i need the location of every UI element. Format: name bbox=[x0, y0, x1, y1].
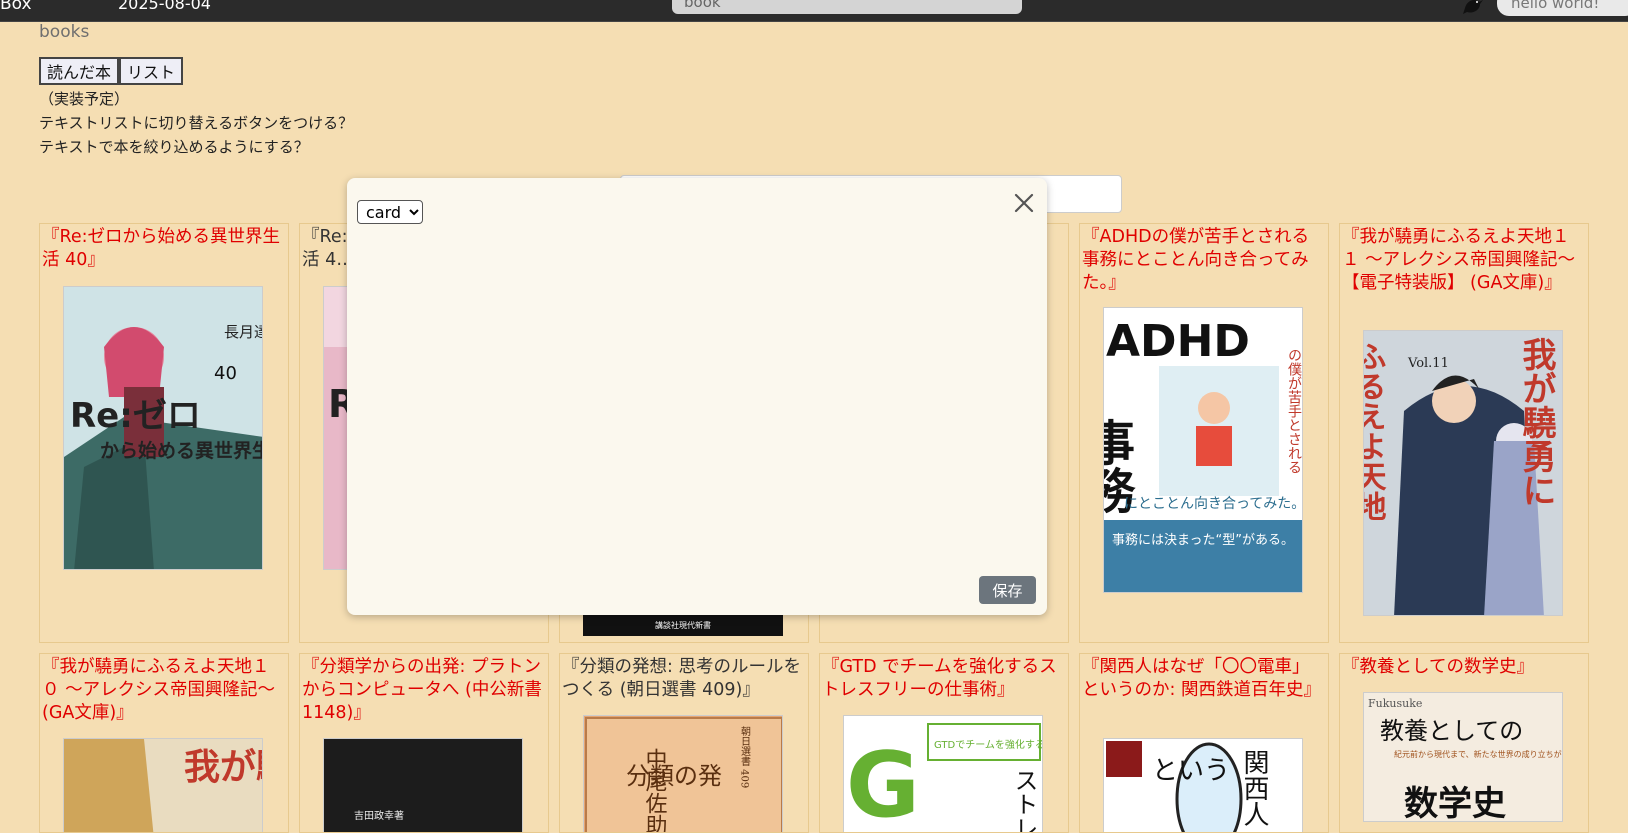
current-date: 2025-08-04 bbox=[118, 0, 211, 13]
cover-volume: 40 bbox=[214, 363, 237, 384]
cover-side-text: ストレ bbox=[1010, 768, 1038, 833]
note-line: テキストで本を絞り込めるようにする？ bbox=[39, 138, 309, 156]
card-settings-dialog: card 保存 bbox=[347, 178, 1047, 615]
view-mode-select[interactable]: card bbox=[357, 200, 423, 224]
cover-title-main: G bbox=[846, 733, 920, 833]
book-title: 『我が驍勇にふるえよ天地１１ 〜アレクシス帝国興隆記〜【電子特装版】 (GA文庫… bbox=[1342, 227, 1576, 293]
app-brand[interactable]: Box bbox=[0, 0, 32, 14]
cover-footer: 講談社現代新書 bbox=[655, 620, 711, 630]
section-title: books bbox=[39, 22, 90, 42]
view-toggle: 読んだ本 リスト bbox=[39, 57, 184, 85]
cover-band-text: GTDでチームを強化する bbox=[934, 738, 1043, 751]
book-cover[interactable]: Fukusuke 教養としての 紀元前から現代まで、新たな世界の成り立ちが見えて… bbox=[1363, 692, 1563, 822]
book-title: 『分類の発想: 思考のルールをつくる (朝日選書 409)』 bbox=[562, 657, 801, 700]
book-title: 『GTD でチームを強化するストレスフリーの仕事術』 bbox=[822, 657, 1057, 700]
cover-author: 吉田政幸著 bbox=[354, 809, 404, 822]
cover-title-main: 我が驍 bbox=[184, 746, 263, 788]
close-icon[interactable] bbox=[1011, 190, 1037, 216]
book-title: 『分類学からの出発: プラトンからコンピュータへ (中公新書 1148)』 bbox=[302, 657, 542, 723]
save-button[interactable]: 保存 bbox=[979, 576, 1036, 604]
book-cover[interactable]: 関西人 という bbox=[1103, 738, 1303, 832]
book-card[interactable]: 『GTD でチームを強化するストレスフリーの仕事術』 G GTDでチームを強化す… bbox=[819, 653, 1069, 833]
book-title: 『教養としての数学史』 bbox=[1342, 657, 1534, 677]
cover-title-sub: という bbox=[1152, 756, 1230, 786]
cover-title-main: 関西人 bbox=[1239, 749, 1269, 827]
cover-volume: Vol.11 bbox=[1407, 356, 1449, 371]
note-line: テキストリストに切り替えるボタンをつける？ bbox=[39, 114, 354, 132]
bird-icon[interactable] bbox=[1461, 0, 1485, 16]
read-books-button[interactable]: 読んだ本 bbox=[39, 57, 120, 85]
cover-side-text: の僕が苦手とされる bbox=[1286, 348, 1302, 474]
cover-title-sub: ふるえよ天地 bbox=[1364, 341, 1387, 521]
todo-notes: （実装予定） テキストリストに切り替えるボタンをつける？ テキストで本を絞り込め… bbox=[39, 87, 353, 159]
search-input[interactable]: book bbox=[672, 0, 1022, 14]
cover-brand: Fukusuke bbox=[1368, 697, 1422, 710]
book-cover[interactable]: 我が驍勇に ふるえよ天地 Vol.11 bbox=[1363, 330, 1563, 616]
book-cover[interactable]: 長月達平 40 Re:ゼロ から始める異世界生活 bbox=[63, 286, 263, 570]
book-card[interactable]: 『ADHDの僕が苦手とされる事務にとことん向き合ってみた。』 ADHD の僕が苦… bbox=[1079, 223, 1329, 643]
cover-description: 紀元前から現代まで、新たな世界の成り立ちが見えてくる18講 bbox=[1394, 749, 1563, 759]
cover-title-sub: 数学史 bbox=[1404, 784, 1506, 822]
cover-title-sub: から始める異世界生活 bbox=[100, 439, 263, 462]
book-card[interactable]: 『我が驍勇にふるえよ天地１１ 〜アレクシス帝国興隆記〜【電子特装版】 (GA文庫… bbox=[1339, 223, 1589, 643]
cover-title-main: 我が驍勇に bbox=[1516, 337, 1556, 507]
top-navbar: Box 2025-08-04 book hello world! bbox=[0, 0, 1628, 22]
book-card[interactable]: 『分類学からの出発: プラトンからコンピュータへ (中公新書 1148)』 吉田… bbox=[299, 653, 549, 833]
book-card[interactable]: 『Re:ゼロから始める異世界生活 40』 長月達平 40 Re:ゼロ から始める… bbox=[39, 223, 289, 643]
book-title: 『ADHDの僕が苦手とされる事務にとことん向き合ってみた。』 bbox=[1082, 227, 1310, 293]
greeting-bubble: hello world! bbox=[1497, 0, 1628, 16]
book-title: 『関西人はなぜ「〇〇電車」というのか: 関西鉄道百年史』 bbox=[1082, 657, 1321, 700]
cover-author: 長月達平 bbox=[224, 323, 263, 341]
book-card[interactable]: 『我が驍勇にふるえよ天地１０ 〜アレクシス帝国興隆記〜 (GA文庫)』 我が驍 bbox=[39, 653, 289, 833]
book-card[interactable]: 『関西人はなぜ「〇〇電車」というのか: 関西鉄道百年史』 関西人 という bbox=[1079, 653, 1329, 833]
cover-band-text: にとことん向き合ってみた。 bbox=[1124, 496, 1303, 512]
book-cover[interactable]: 吉田政幸著 bbox=[323, 738, 523, 832]
book-cover[interactable]: 我が驍 bbox=[63, 738, 263, 832]
book-cover[interactable]: 中尾佐助 分類の発 朝日選書 409 bbox=[583, 715, 783, 833]
cover-series: 朝日選書 409 bbox=[739, 726, 751, 788]
cover-title-main: 教養としての bbox=[1380, 717, 1523, 745]
cover-author: 中尾佐助 bbox=[642, 748, 668, 833]
note-line: （実装予定） bbox=[39, 90, 130, 108]
book-title: 『Re:ゼロから始める異世界生活 40』 bbox=[42, 227, 281, 270]
book-card[interactable]: 『分類の発想: 思考のルールをつくる (朝日選書 409)』 中尾佐助 分類の発… bbox=[559, 653, 809, 833]
book-cover[interactable]: G GTDでチームを強化する ストレ bbox=[843, 715, 1043, 833]
book-card[interactable]: 『教養としての数学史』 Fukusuke 教養としての 紀元前から現代まで、新た… bbox=[1339, 653, 1589, 833]
cover-bottom-text: 事務には決まった“型”がある。 bbox=[1112, 533, 1294, 548]
cover-title-main: Re:ゼロ bbox=[70, 396, 201, 436]
cover-title-main: 分類の発 bbox=[626, 762, 722, 790]
book-cover[interactable]: ADHD の僕が苦手とされる 事務 にとことん向き合ってみた。 事務には決まった… bbox=[1103, 307, 1303, 593]
list-button[interactable]: リスト bbox=[119, 57, 184, 85]
book-title: 『我が驍勇にふるえよ天地１０ 〜アレクシス帝国興隆記〜 (GA文庫)』 bbox=[42, 657, 276, 723]
cover-title-main: ADHD bbox=[1106, 316, 1250, 367]
